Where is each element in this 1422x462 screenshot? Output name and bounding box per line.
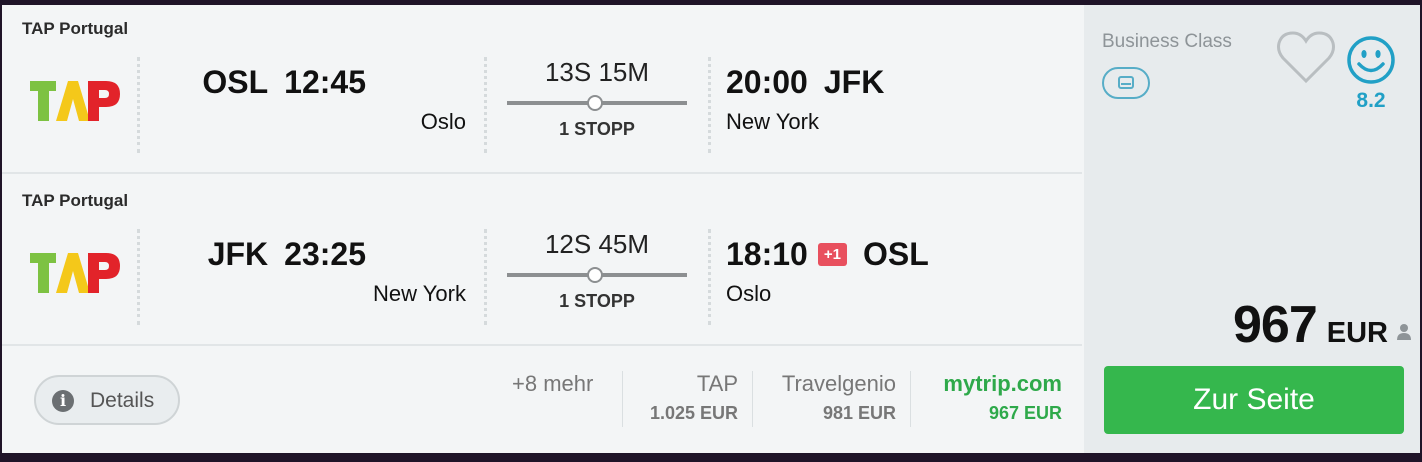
provider-mytrip[interactable]: mytrip.com 967 EUR — [943, 371, 1062, 424]
provider-price: 967 EUR — [988, 403, 1062, 423]
itinerary-panel: TAP Portugal OSL 12:45 Oslo 13S 15M 1 STO… — [2, 5, 1082, 453]
flight-result-card[interactable]: TAP Portugal OSL 12:45 Oslo 13S 15M 1 STO… — [2, 5, 1420, 453]
divider — [484, 57, 487, 153]
airline-name: TAP Portugal — [22, 19, 129, 38]
departure: JFK 23:25 — [208, 236, 366, 273]
rating-score: 8.2 — [1356, 89, 1386, 112]
outbound-leg: TAP Portugal OSL 12:45 Oslo 13S 15M 1 STO… — [2, 5, 1082, 175]
departure-city: New York — [373, 281, 466, 306]
flight-duration: 12S 45M — [544, 229, 650, 259]
footer-separator — [2, 344, 1082, 346]
info-icon: i — [52, 390, 74, 412]
provider-price: 1.025 EUR — [649, 403, 738, 423]
price-amount: 967 — [1233, 296, 1318, 354]
divider — [622, 371, 623, 427]
divider — [708, 57, 711, 153]
departure-time: 12:45 — [284, 64, 366, 100]
leg-separator — [2, 172, 1082, 174]
smiley-icon — [1347, 36, 1395, 84]
stop-marker — [587, 95, 603, 111]
divider — [484, 229, 487, 325]
departure: OSL 12:45 — [202, 64, 366, 101]
cabin-class: Business Class — [1102, 31, 1232, 52]
arrival-airport-code: JFK — [823, 64, 885, 100]
tap-logo — [30, 253, 120, 293]
provider-name: Travelgenio — [781, 371, 896, 396]
return-leg: TAP Portugal JFK 23:25 New York 12S 45M 1… — [2, 177, 1082, 347]
stops-count: 1 STOPP — [559, 119, 635, 139]
provider-travelgenio[interactable]: Travelgenio 981 EUR — [782, 371, 896, 424]
arrival-time: 18:10 — [726, 236, 808, 272]
arrival-city: New York — [726, 109, 819, 134]
provider-price: 981 EUR — [822, 403, 896, 423]
day-offset-badge: +1 — [817, 243, 847, 266]
provider-name: mytrip.com — [943, 371, 1062, 396]
divider — [752, 371, 753, 427]
seat-icon — [1102, 67, 1150, 99]
divider — [137, 57, 140, 153]
arrival: 18:10 +1 OSL — [726, 236, 929, 273]
divider — [708, 229, 711, 325]
details-label: Details — [90, 389, 155, 412]
details-button[interactable]: i Details — [34, 375, 180, 425]
airline-name: TAP Portugal — [22, 191, 129, 210]
go-to-site-button[interactable]: Zur Seite — [1104, 366, 1404, 434]
price-panel: Business Class 8.2 967 EUR Zur Seite — [1084, 5, 1420, 453]
total-price: 967 EUR — [1233, 295, 1388, 355]
tap-logo — [30, 81, 120, 121]
provider-tap[interactable]: TAP 1.025 EUR — [650, 371, 738, 424]
departure-airport-code: JFK — [207, 236, 269, 272]
heart-icon[interactable] — [1276, 29, 1336, 85]
stops-count: 1 STOPP — [559, 291, 635, 311]
provider-name: TAP — [696, 371, 738, 396]
arrival-city: Oslo — [726, 281, 772, 306]
divider — [137, 229, 140, 325]
arrival: 20:00 JFK — [726, 64, 884, 101]
person-icon — [1397, 324, 1411, 340]
arrival-time: 20:00 — [726, 64, 808, 100]
flight-duration: 13S 15M — [544, 57, 650, 87]
arrival-airport-code: OSL — [862, 236, 929, 272]
departure-airport-code: OSL — [202, 64, 269, 100]
departure-city: Oslo — [420, 109, 466, 134]
departure-time: 23:25 — [284, 236, 366, 272]
price-currency: EUR — [1326, 317, 1388, 349]
divider — [910, 371, 911, 427]
stop-marker — [587, 267, 603, 283]
more-providers-link[interactable]: +8 mehr — [512, 371, 593, 397]
